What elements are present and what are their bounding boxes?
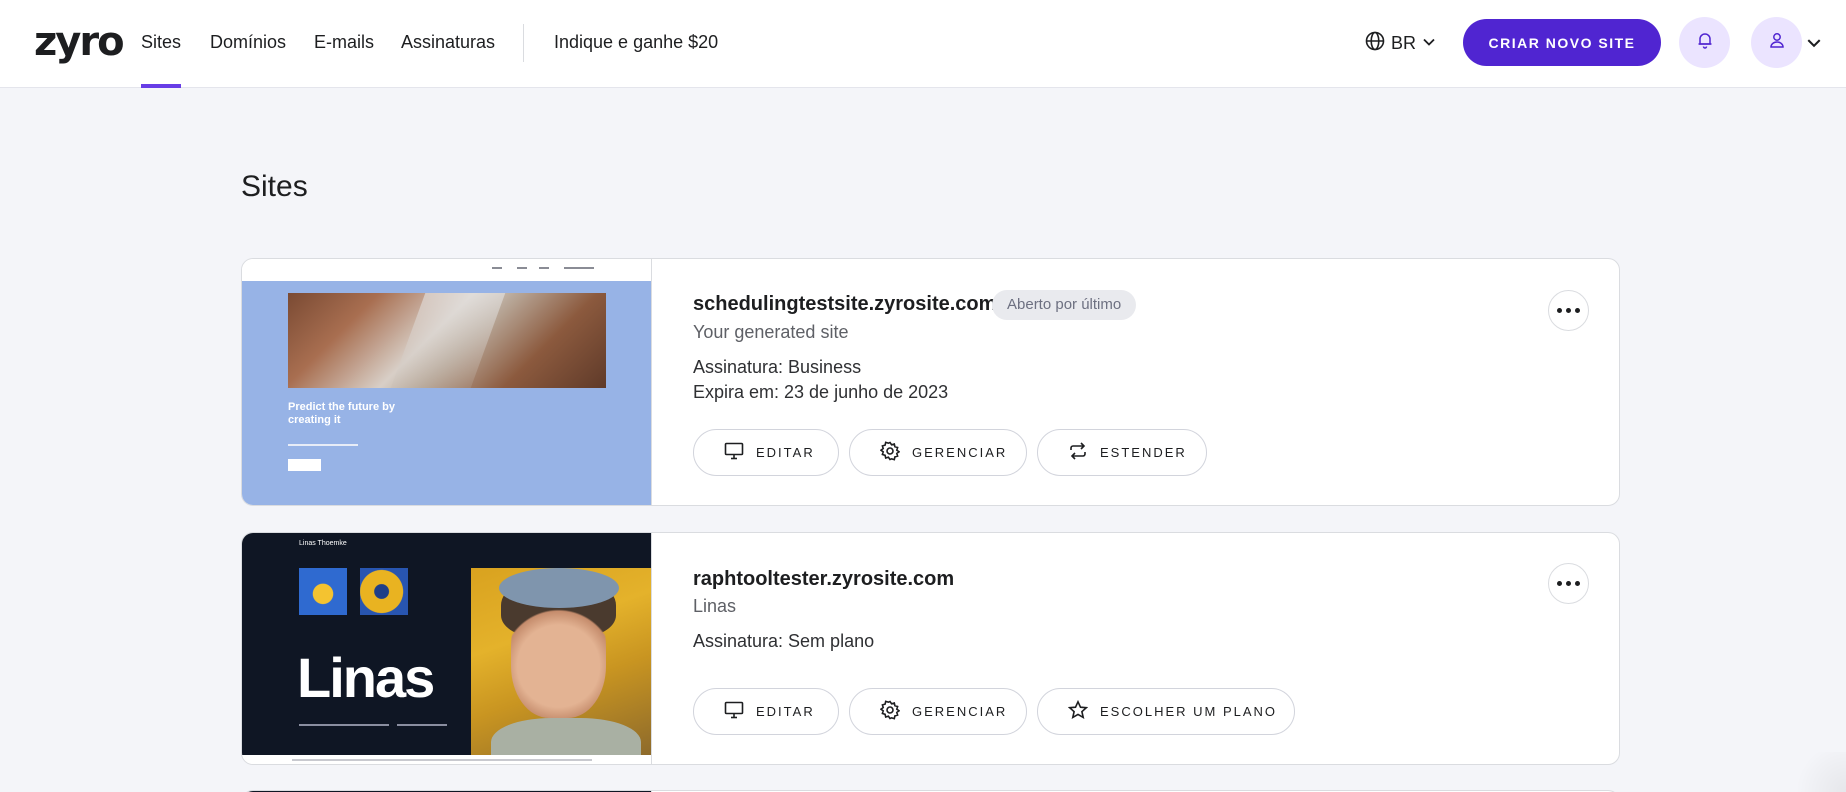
top-header: zyro Sites Domínios E-mails Assinaturas … xyxy=(0,0,1846,88)
create-new-site-button[interactable]: CRIAR NOVO SITE xyxy=(1463,19,1661,66)
last-opened-badge: Aberto por último xyxy=(992,290,1137,320)
globe-icon xyxy=(1365,31,1385,56)
choose-plan-label: ESCOLHER UM PLANO xyxy=(1100,704,1278,719)
extend-button[interactable]: ESTENDER xyxy=(1037,429,1207,476)
thumbnail-text-line xyxy=(397,724,447,726)
manage-label: GERENCIAR xyxy=(912,445,1008,460)
site-card: Predict the future by creating it schedu… xyxy=(241,258,1620,506)
monitor-icon xyxy=(724,442,744,463)
thumbnail-heading: Predict the future by creating it xyxy=(288,401,395,426)
nav-subscriptions[interactable]: Assinaturas xyxy=(401,0,495,88)
account-chevron-down-icon[interactable] xyxy=(1806,35,1822,56)
site-thumbnail[interactable]: Predict the future by creating it xyxy=(242,259,652,505)
repeat-icon xyxy=(1068,441,1088,464)
thumbnail-portrait-image xyxy=(471,568,651,755)
more-options-button[interactable] xyxy=(1548,290,1589,331)
expiry-info: Expira em: 23 de junho de 2023 xyxy=(693,382,949,402)
account-button[interactable] xyxy=(1751,17,1802,68)
edit-button[interactable]: EDITAR xyxy=(693,429,839,476)
site-thumbnail[interactable]: Linas Thoemke Linas xyxy=(242,533,652,764)
thumbnail-text-line xyxy=(288,444,358,446)
site-details: schedulingtestsite.zyrosite.com Aberto p… xyxy=(693,259,1619,505)
edit-label: EDITAR xyxy=(756,704,815,719)
nav-domains[interactable]: Domínios xyxy=(210,0,286,88)
more-options-button[interactable] xyxy=(1548,563,1589,604)
user-icon xyxy=(1768,31,1786,54)
thumbnail-text-line xyxy=(299,724,389,726)
corner-shade xyxy=(1786,752,1846,792)
site-name: Your generated site xyxy=(693,322,849,342)
nav-sites[interactable]: Sites xyxy=(141,0,182,88)
extend-label: ESTENDER xyxy=(1100,445,1187,460)
thumbnail-mountain-image xyxy=(288,293,606,388)
manage-label: GERENCIAR xyxy=(912,704,1008,719)
thumbnail-footer-text xyxy=(292,759,592,761)
nav-emails[interactable]: E-mails xyxy=(314,0,374,88)
zyro-logo[interactable]: zyro xyxy=(34,20,125,64)
page-title: Sites xyxy=(241,170,308,203)
manage-button[interactable]: GERENCIAR xyxy=(849,688,1027,735)
thumbnail-title: Linas xyxy=(297,646,435,709)
site-domain[interactable]: schedulingtestsite.zyrosite.com xyxy=(693,293,996,316)
nav-divider xyxy=(523,24,524,62)
monitor-icon xyxy=(724,701,744,722)
language-label: BR xyxy=(1391,32,1417,53)
chevron-down-icon xyxy=(1422,33,1436,54)
thumbnail-flower-image xyxy=(360,568,408,615)
edit-button[interactable]: EDITAR xyxy=(693,688,839,735)
site-domain[interactable]: raphtooltester.zyrosite.com xyxy=(693,568,954,591)
choose-plan-button[interactable]: ESCOLHER UM PLANO xyxy=(1037,688,1295,735)
thumbnail-flower-image xyxy=(299,568,347,615)
star-icon xyxy=(1067,699,1089,723)
site-card: Linas Thoemke Linas raphtooltester.zyros… xyxy=(241,532,1620,765)
edit-label: EDITAR xyxy=(756,445,815,460)
notifications-button[interactable] xyxy=(1679,17,1730,68)
nav-referral[interactable]: Indique e ganhe $20 xyxy=(554,0,718,88)
subscription-info: Assinatura: Business xyxy=(693,357,862,377)
site-name: Linas xyxy=(693,596,737,616)
thumbnail-nav-bar xyxy=(242,259,651,281)
gear-icon xyxy=(879,700,901,723)
bell-icon xyxy=(1696,31,1714,54)
thumbnail-button xyxy=(288,459,321,471)
manage-button[interactable]: GERENCIAR xyxy=(849,429,1027,476)
language-selector[interactable]: BR xyxy=(1365,26,1436,60)
site-details: raphtooltester.zyrosite.com Linas Assina… xyxy=(693,533,1619,764)
gear-icon xyxy=(879,441,901,464)
subscription-info: Assinatura: Sem plano xyxy=(693,631,875,651)
thumbnail-brand: Linas Thoemke xyxy=(299,540,347,547)
